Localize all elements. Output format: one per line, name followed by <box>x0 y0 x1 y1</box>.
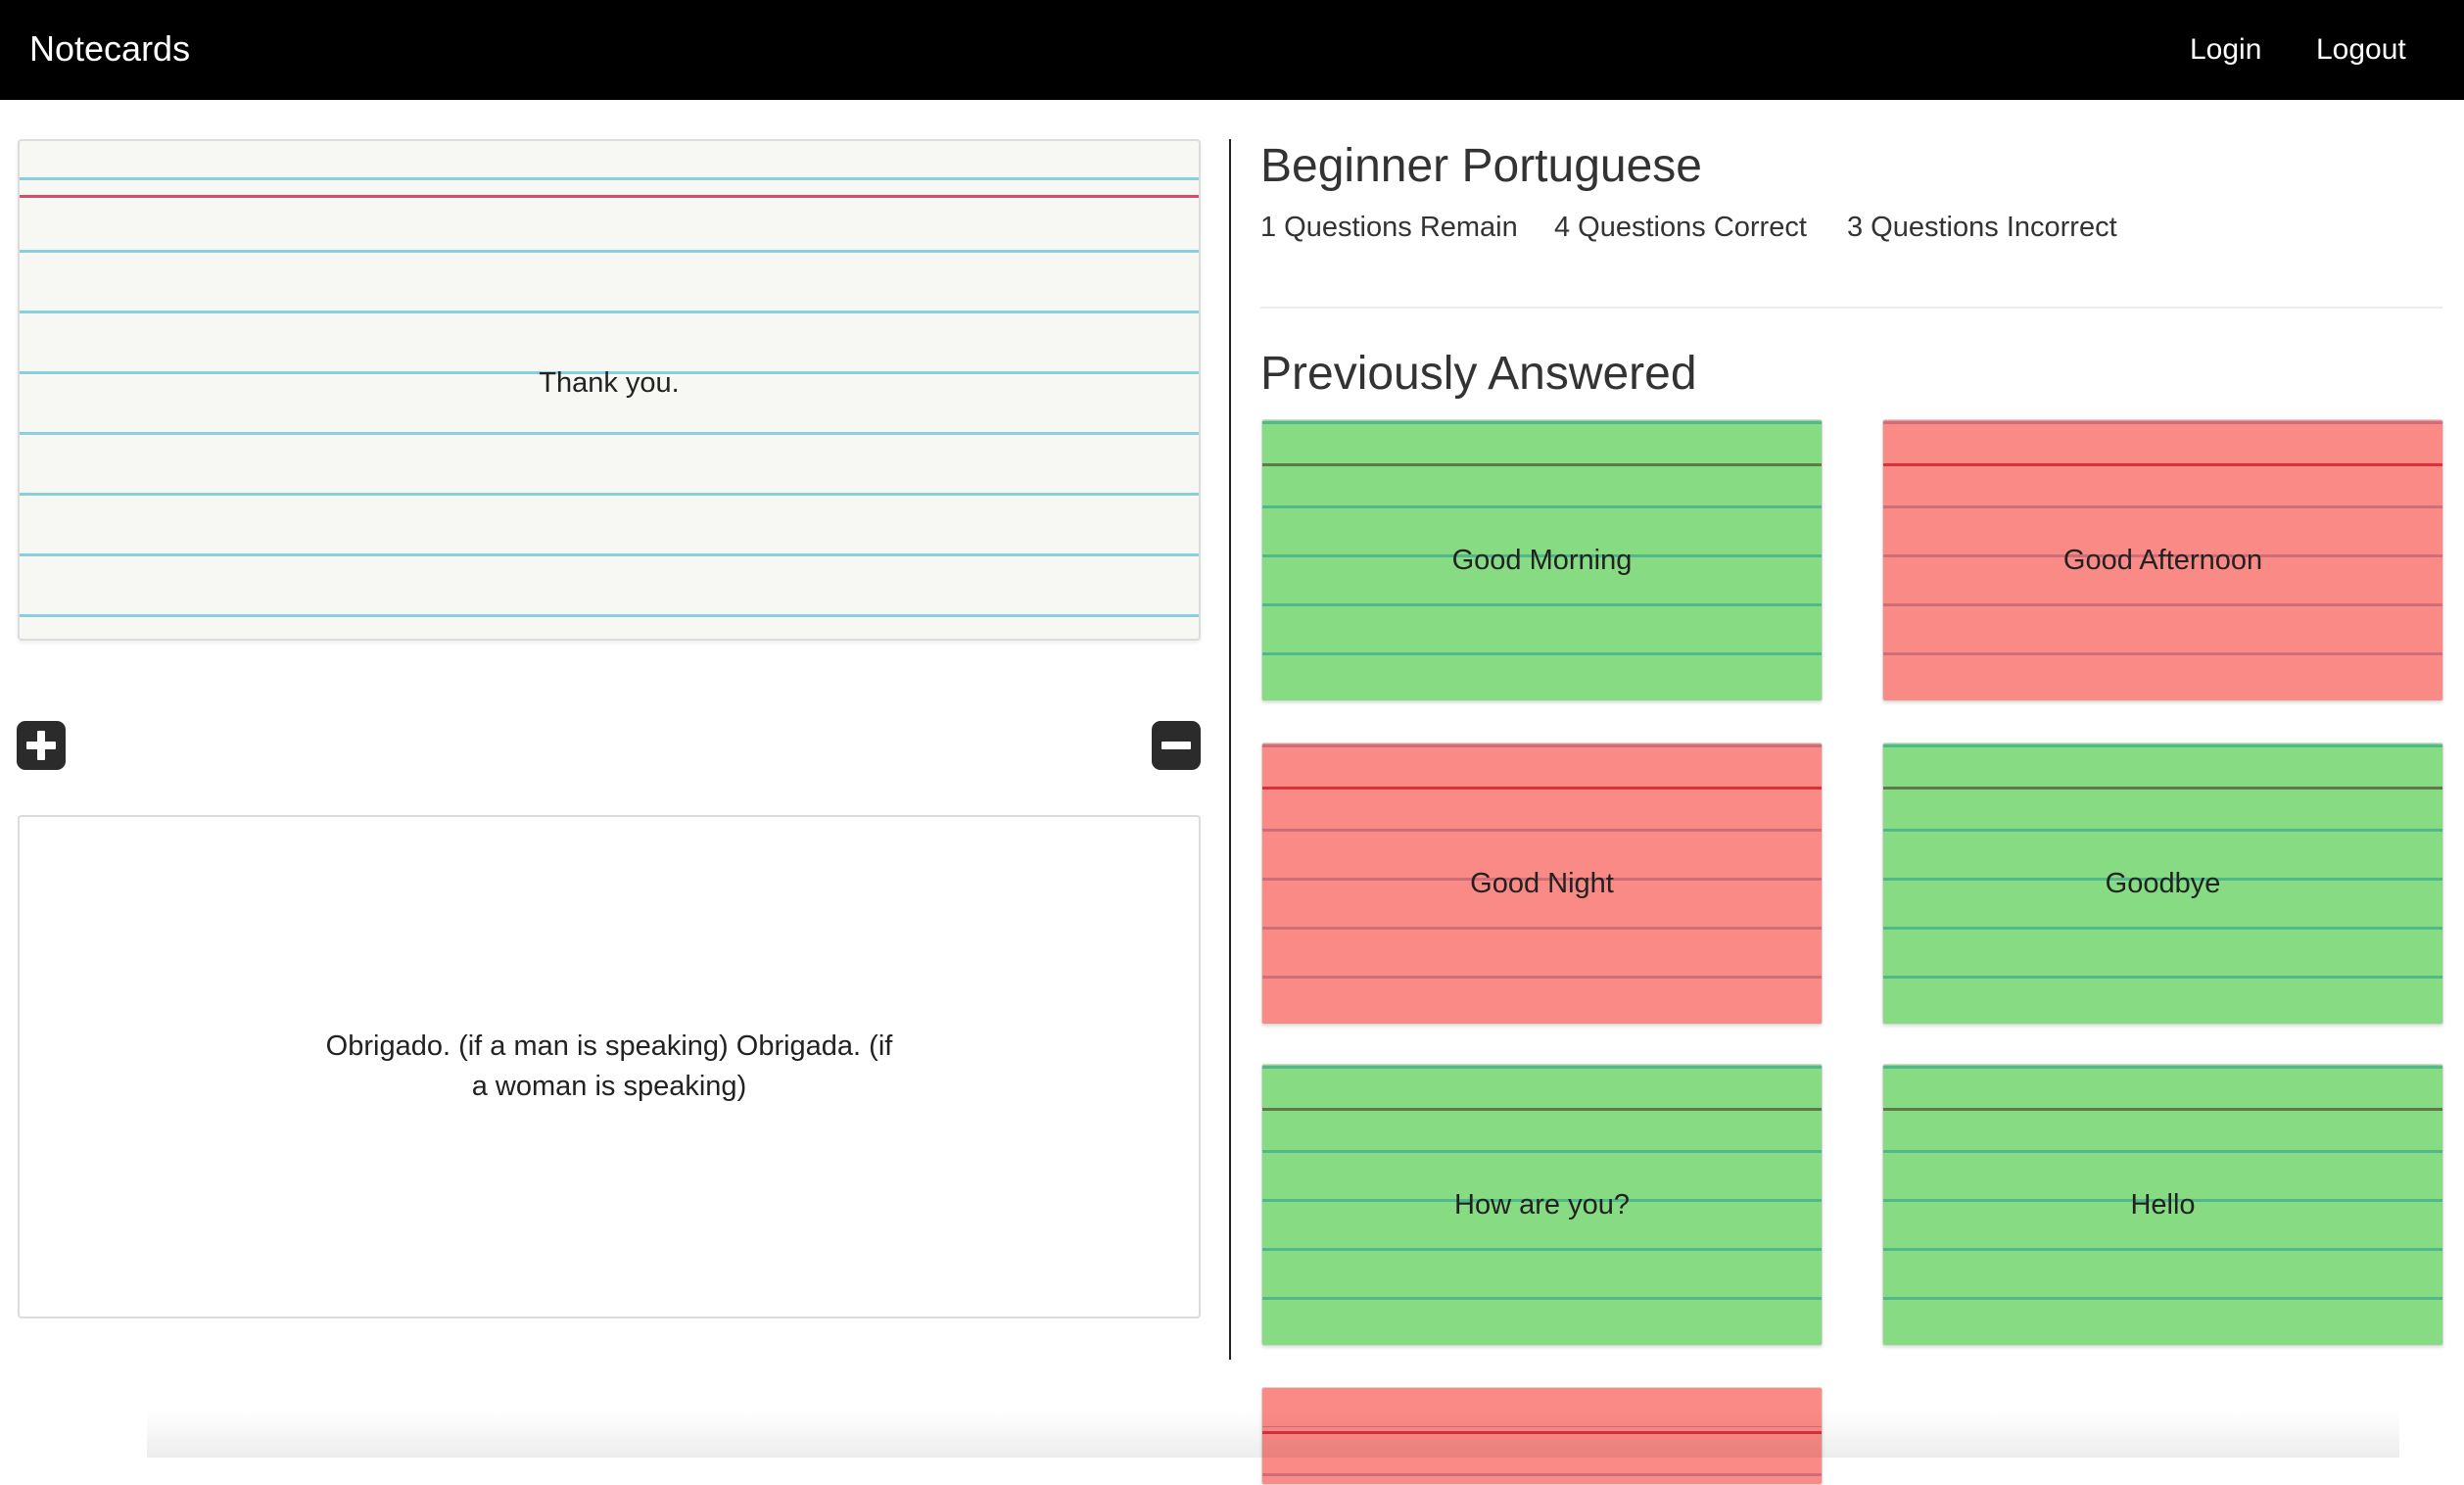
answered-card-label: Good Morning <box>1451 544 1633 576</box>
questions-remain-stat: 1 Questions Remain <box>1260 212 1518 243</box>
questions-correct-stat: 4 Questions Correct <box>1554 212 1807 243</box>
answered-card-label: Good Night <box>1470 867 1614 899</box>
answered-card-good-afternoon[interactable]: Good Afternoon <box>1882 419 2443 701</box>
answered-card-hello[interactable]: Hello <box>1882 1064 2443 1346</box>
answered-card-label: Good Afternoon <box>2062 544 2263 576</box>
section-divider <box>1260 307 2442 309</box>
answered-card-label: Goodbye <box>2105 867 2221 899</box>
brand-logo[interactable]: Notecards <box>29 24 190 73</box>
plus-icon-vertical <box>37 731 45 760</box>
minus-button[interactable] <box>1152 721 1201 770</box>
plus-button[interactable] <box>17 721 66 770</box>
answered-card-how-are-you[interactable]: How are you? <box>1261 1064 1823 1346</box>
answered-card-goodbye[interactable]: Goodbye <box>1882 742 2443 1025</box>
answered-card-good-morning[interactable]: Good Morning <box>1261 419 1823 701</box>
question-text: Thank you. <box>539 366 680 399</box>
logout-link[interactable]: Logout <box>2316 25 2406 74</box>
answered-card-good-night[interactable]: Good Night <box>1261 742 1823 1025</box>
previously-answered-heading: Previously Answered <box>1260 348 1697 400</box>
questions-incorrect-stat: 3 Questions Incorrect <box>1847 212 2117 243</box>
navbar: Notecards Login Logout <box>0 0 2464 100</box>
answered-card-partial[interactable] <box>1261 1387 1823 1485</box>
answered-card-label: Hello <box>2130 1188 2196 1221</box>
login-link[interactable]: Login <box>2190 25 2261 74</box>
answered-card-label: How are you? <box>1454 1188 1630 1221</box>
answer-text: Obrigado. (if a man is speaking) Obrigad… <box>325 1030 893 1102</box>
minus-icon-horizontal <box>1161 742 1191 749</box>
column-divider <box>1229 139 1231 1360</box>
answer-card[interactable]: Obrigado. (if a man is speaking) Obrigad… <box>18 815 1201 1318</box>
question-card[interactable]: Thank you. <box>18 139 1201 641</box>
deck-title: Beginner Portuguese <box>1260 140 1702 192</box>
